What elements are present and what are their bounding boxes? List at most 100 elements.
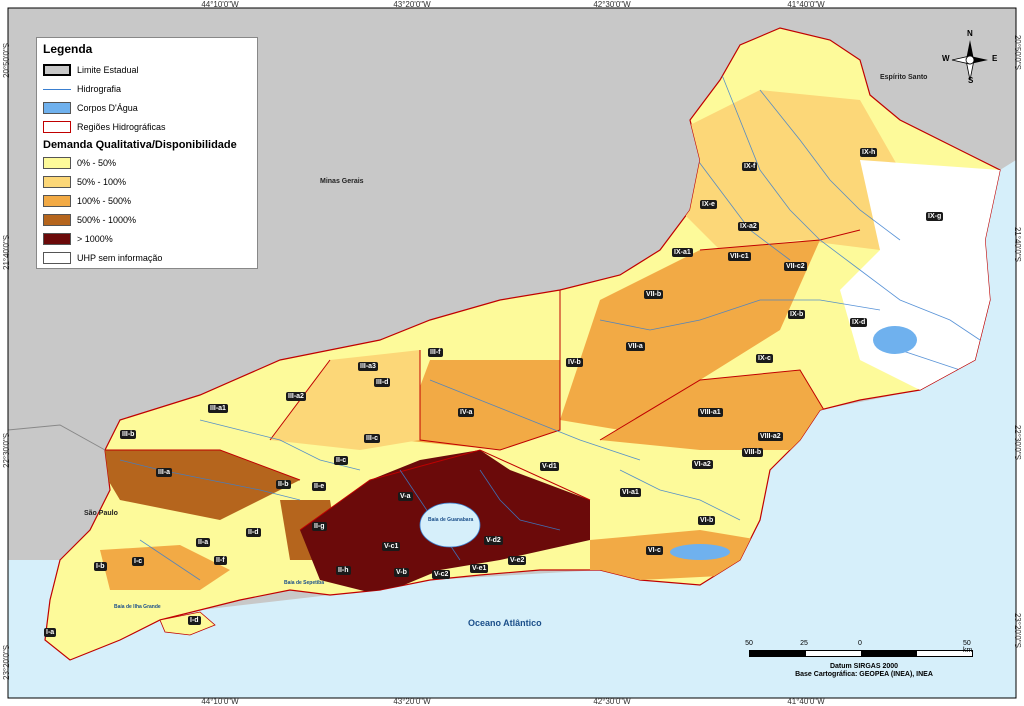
hydrography-swatch <box>43 83 71 95</box>
coord-right-2: 21°40'0"S <box>1013 226 1022 262</box>
uhp-label: III-a2 <box>286 392 306 401</box>
uhp-label: III-a <box>156 468 173 477</box>
uhp-label: II-b <box>276 480 291 489</box>
legend-item-state-limit: Limite Estadual <box>43 60 251 79</box>
coord-bottom-2: 43°20'0"W <box>393 697 431 706</box>
uhp-label: V-c1 <box>382 542 401 551</box>
coord-top-4: 41°40'0"W <box>787 0 825 9</box>
uhp-label: IX-d <box>850 318 868 327</box>
coord-right-3: 22°30'0"S <box>1013 424 1022 460</box>
uhp-label: V-a <box>398 492 413 501</box>
compass-e: E <box>992 54 998 63</box>
coord-bottom-3: 42°30'0"W <box>593 697 631 706</box>
uhp-label: I-a <box>44 628 57 637</box>
legend-class: 50% - 100% <box>43 172 251 191</box>
label-ocean: Oceano Atlântico <box>468 618 542 628</box>
legend-class: > 1000% <box>43 229 251 248</box>
class-swatch <box>43 251 71 264</box>
uhp-label: V-c2 <box>432 570 451 579</box>
scale-ticks: 50 25 0 50 km <box>744 640 984 654</box>
uhp-label: V-b <box>394 568 409 577</box>
legend-class: 0% - 50% <box>43 153 251 172</box>
legend-title: Legenda <box>43 42 93 56</box>
map-frame: 44°10'0"W 43°20'0"W 42°30'0"W 41°40'0"W … <box>0 0 1024 706</box>
legend-label: 500% - 1000% <box>77 214 137 225</box>
label-sao-paulo: São Paulo <box>84 510 118 517</box>
uhp-label: III-b <box>120 430 137 439</box>
label-minas-gerais: Minas Gerais <box>320 178 364 185</box>
legend-label: Regiões Hidrográficas <box>77 121 166 132</box>
coord-top-3: 42°30'0"W <box>593 0 631 9</box>
uhp-label: V-e1 <box>470 564 489 573</box>
coord-right-4: 23°20'0"S <box>1013 612 1022 648</box>
scale-tick: 50 <box>745 640 753 647</box>
uhp-label: IX-a1 <box>672 248 693 257</box>
uhp-label: VI-b <box>698 516 716 525</box>
uhp-label: II-g <box>312 522 327 531</box>
class-swatch <box>43 175 71 188</box>
legend-label: Corpos D'Água <box>77 102 138 113</box>
uhp-label: IX-c <box>756 354 773 363</box>
label-sepetiba: Baía de Sepetiba <box>284 580 325 586</box>
lagoa-feia <box>873 326 917 354</box>
uhp-label: VI-a2 <box>692 460 713 469</box>
uhp-label: IX-f <box>742 162 758 171</box>
coord-right-1: 20°50'0"S <box>1013 34 1022 70</box>
coord-top-1: 44°10'0"W <box>201 0 239 9</box>
legend-label: 50% - 100% <box>77 176 127 187</box>
water-swatch <box>43 101 71 114</box>
uhp-label: II-c <box>334 456 349 465</box>
uhp-label: VII-a <box>626 342 645 351</box>
uhp-label: VIII-a2 <box>758 432 783 441</box>
uhp-label: II-f <box>214 556 227 565</box>
uhp-label: VII-c2 <box>784 262 807 271</box>
uhp-label: V-d1 <box>540 462 559 471</box>
compass-s: S <box>968 76 974 85</box>
uhp-label: IX-h <box>860 148 878 157</box>
uhp-label: III-a1 <box>208 404 228 413</box>
legend: Legenda Limite Estadual Hidrografia Corp… <box>36 37 258 269</box>
uhp-label: V-d2 <box>484 536 503 545</box>
coord-top-2: 43°20'0"W <box>393 0 431 9</box>
class-swatch <box>43 156 71 169</box>
legend-item-hydrography: Hidrografia <box>43 79 251 98</box>
class-swatch <box>43 194 71 207</box>
uhp-label: IV-a <box>458 408 475 417</box>
scale-tick: 25 <box>800 640 808 647</box>
legend-label: UHP sem informação <box>77 252 163 263</box>
uhp-label: IV-b <box>566 358 583 367</box>
label-guanabara: Baía de Guanabara <box>428 517 474 523</box>
uhp-label: V-e2 <box>508 556 527 565</box>
uhp-label: VI-c <box>646 546 663 555</box>
coord-left-2: 21°40'0"S <box>2 234 11 270</box>
uhp-label: III-a3 <box>358 362 378 371</box>
legend-label: Hidrografia <box>77 83 122 94</box>
legend-label: 0% - 50% <box>77 157 117 168</box>
uhp-label: IX-a2 <box>738 222 759 231</box>
uhp-label: III-c <box>364 434 381 443</box>
uhp-label: I-b <box>94 562 107 571</box>
uhp-label: II-a <box>196 538 211 547</box>
uhp-label: II-d <box>246 528 261 537</box>
uhp-label: VIII-a1 <box>698 408 723 417</box>
uhp-label: II-h <box>336 566 351 575</box>
coord-bottom-1: 44°10'0"W <box>201 697 239 706</box>
legend-label: 100% - 500% <box>77 195 132 206</box>
label-ilha-grande-bay: Baía de Ilha Grande <box>114 604 161 610</box>
coord-bottom-4: 41°40'0"W <box>787 697 825 706</box>
coord-left-3: 22°30'0"S <box>2 432 11 468</box>
uhp-label: III-d <box>374 378 391 387</box>
uhp-label: I-d <box>188 616 201 625</box>
legend-subtitle: Demanda Qualitativa/Disponibilidade <box>43 139 237 151</box>
compass-n: N <box>967 29 973 38</box>
uhp-label: VI-a1 <box>620 488 641 497</box>
uhp-label: I-c <box>132 557 145 566</box>
legend-class: UHP sem informação <box>43 248 251 267</box>
legend-class: 100% - 500% <box>43 191 251 210</box>
base-text: Base Cartográfica: GEOPEA (INEA), INEA <box>795 671 933 678</box>
guanabara-bay <box>419 502 481 548</box>
uhp-label: VII-c1 <box>728 252 751 261</box>
coord-left-4: 23°20'0"S <box>2 644 11 680</box>
class-swatch <box>43 213 71 226</box>
legend-item-water-bodies: Corpos D'Água <box>43 98 251 117</box>
